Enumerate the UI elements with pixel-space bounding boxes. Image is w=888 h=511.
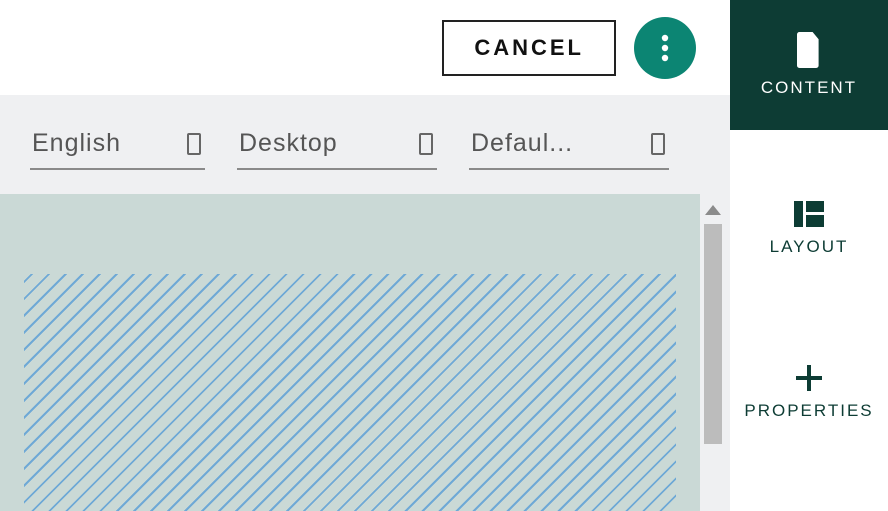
plus-icon	[796, 365, 822, 391]
device-icon	[651, 133, 665, 155]
drop-zone[interactable]	[24, 274, 676, 511]
document-icon	[794, 32, 824, 68]
tab-content[interactable]: CONTENT	[730, 0, 888, 130]
scroll-thumb[interactable]	[704, 224, 722, 444]
tab-content-label: CONTENT	[761, 78, 857, 98]
top-bar: CANCEL	[0, 0, 730, 95]
state-selector[interactable]: Defaul...	[469, 123, 669, 170]
scroll-up-button[interactable]	[702, 198, 724, 222]
device-icon	[187, 133, 201, 155]
main-panel: CANCEL English Desktop Defaul...	[0, 0, 730, 511]
device-label: Desktop	[239, 129, 338, 158]
state-label: Defaul...	[471, 129, 573, 158]
right-sidebar: CONTENT LAYOUT PROPERTIES	[730, 0, 888, 511]
more-actions-button[interactable]	[634, 17, 696, 79]
layout-icon	[794, 201, 824, 227]
cancel-button[interactable]: CANCEL	[442, 20, 616, 76]
chevron-up-icon	[705, 205, 721, 215]
filter-bar: English Desktop Defaul...	[0, 95, 730, 194]
page-canvas[interactable]	[0, 194, 700, 511]
tab-properties[interactable]: PROPERTIES	[730, 328, 888, 458]
more-vertical-icon	[661, 33, 669, 63]
tab-layout[interactable]: LAYOUT	[730, 164, 888, 294]
canvas-area	[0, 194, 730, 511]
language-selector[interactable]: English	[30, 123, 205, 170]
device-icon	[419, 133, 433, 155]
tab-layout-label: LAYOUT	[770, 237, 849, 257]
device-selector[interactable]: Desktop	[237, 123, 437, 170]
tab-properties-label: PROPERTIES	[744, 401, 873, 421]
language-label: English	[32, 129, 121, 158]
vertical-scrollbar[interactable]	[702, 194, 724, 511]
